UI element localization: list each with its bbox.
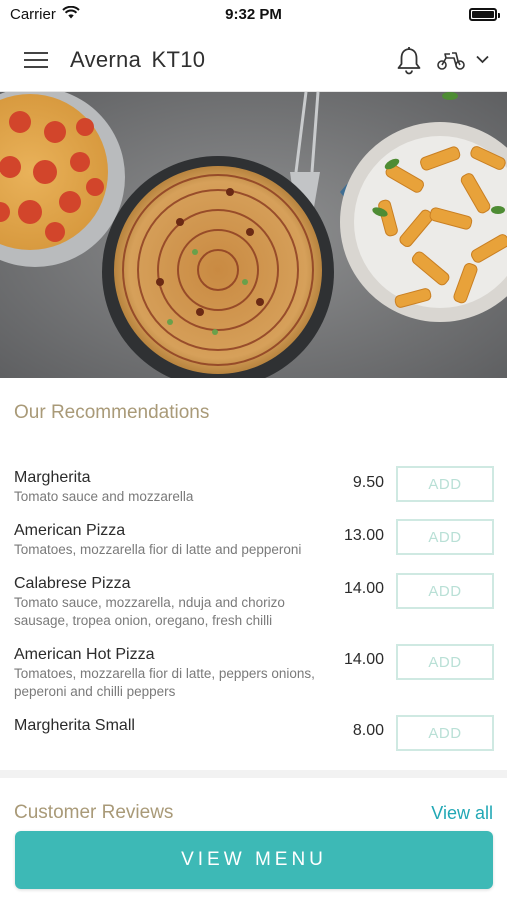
menu-item: Margherita Tomato sauce and mozzarella 9… bbox=[14, 466, 494, 506]
hamburger-icon bbox=[24, 51, 48, 68]
view-menu-button[interactable]: VIEW MENU bbox=[15, 831, 493, 889]
add-button[interactable]: ADD bbox=[396, 519, 494, 555]
add-button[interactable]: ADD bbox=[396, 715, 494, 751]
header-actions bbox=[396, 45, 489, 75]
item-description: Tomato sauce, mozzarella, nduja and chor… bbox=[14, 595, 285, 628]
recommendations-title: Our Recommendations bbox=[14, 402, 210, 423]
item-description: Tomatoes, mozzarella fior di latte, pepp… bbox=[14, 666, 315, 699]
wifi-icon bbox=[62, 5, 80, 23]
notifications-button[interactable] bbox=[396, 45, 422, 75]
menu-item: American Hot Pizza Tomatoes, mozzarella … bbox=[14, 644, 494, 701]
scooter-icon bbox=[437, 51, 465, 70]
status-left: Carrier bbox=[10, 5, 80, 23]
add-button[interactable]: ADD bbox=[396, 466, 494, 502]
item-description: Tomato sauce and mozzarella bbox=[14, 489, 194, 504]
menu-item: Calabrese Pizza Tomato sauce, mozzarella… bbox=[14, 573, 494, 630]
item-description: Tomatoes, mozzarella fior di latte and p… bbox=[14, 542, 302, 557]
delivery-mode-selector[interactable] bbox=[436, 49, 489, 71]
carrier-label: Carrier bbox=[10, 5, 56, 23]
chevron-down-icon bbox=[476, 55, 489, 64]
item-price: 8.00 bbox=[352, 722, 384, 739]
menu-item: American Pizza Tomatoes, mozzarella fior… bbox=[14, 519, 494, 559]
hero-food-image bbox=[0, 92, 507, 378]
status-bar: Carrier 9:32 PM bbox=[0, 0, 507, 28]
battery-icon bbox=[469, 7, 500, 21]
item-price: 13.00 bbox=[343, 527, 384, 544]
item-price: 14.00 bbox=[343, 580, 384, 597]
hamburger-menu-button[interactable] bbox=[18, 42, 54, 78]
add-button[interactable]: ADD bbox=[396, 644, 494, 680]
menu-item: Margherita Small 8.00 ADD bbox=[14, 715, 494, 751]
item-price: 9.50 bbox=[352, 474, 384, 491]
bell-icon bbox=[397, 46, 421, 74]
section-divider bbox=[0, 770, 507, 778]
app-header: Averna KT10 bbox=[0, 28, 507, 92]
view-all-reviews-link[interactable]: View all bbox=[431, 803, 493, 824]
item-price: 14.00 bbox=[343, 651, 384, 668]
store-name: Averna KT10 bbox=[70, 46, 206, 72]
customer-reviews-title: Customer Reviews bbox=[14, 802, 174, 823]
add-button[interactable]: ADD bbox=[396, 573, 494, 609]
